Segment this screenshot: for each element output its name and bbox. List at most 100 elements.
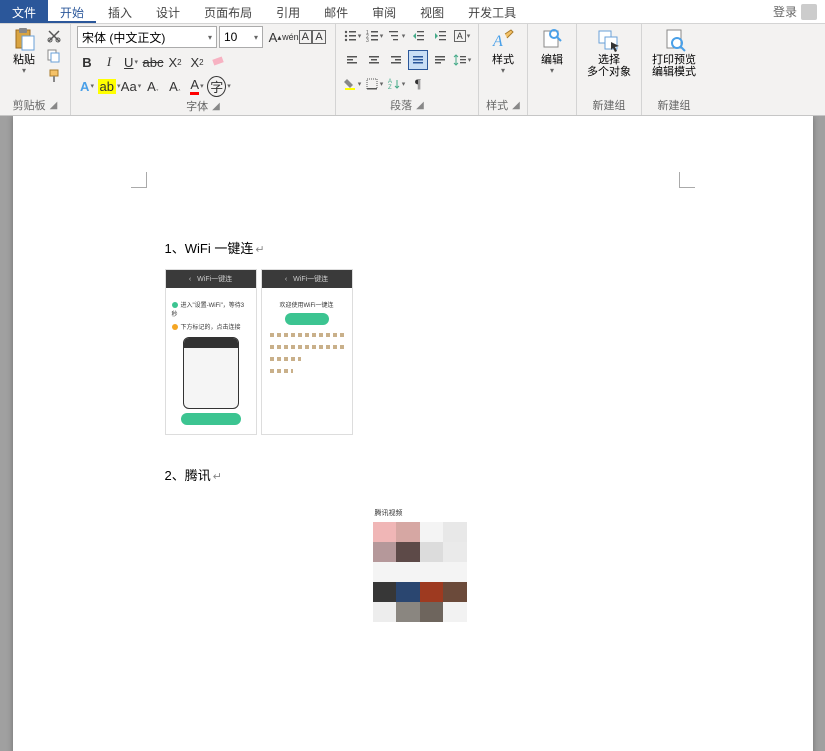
bullet-list-button[interactable] [342,26,362,46]
multilevel-list-button[interactable] [386,26,406,46]
format-painter-icon[interactable] [46,68,62,84]
shrink-font-button2[interactable]: A˯ [143,76,163,96]
editing-button[interactable]: 编辑 ▾ [534,26,570,77]
group-font: 宋体 (中文正文) ▾ 10 ▾ A▴ wénA A B I U abc [71,24,336,115]
embedded-image-2[interactable]: 腾讯视频 [373,504,467,622]
italic-button[interactable]: I [99,52,119,72]
increase-indent-button[interactable] [430,26,450,46]
tab-insert[interactable]: 插入 [96,0,144,23]
chevron-down-icon: ▾ [501,66,505,75]
tab-view[interactable]: 视图 [408,0,456,23]
paragraph-launcher-icon[interactable]: ◢ [416,100,424,111]
enclose-char-button[interactable]: 字 [209,76,229,96]
group-paragraph: 123 A AZ ¶ [336,24,479,115]
phone-mock-right: ‹WiFi一键连 欢迎使用WiFi一键连 [261,269,353,435]
font-size-value: 10 [224,30,237,44]
font-color-button[interactable]: A [187,76,207,96]
font-name-select[interactable]: 宋体 (中文正文) ▾ [77,26,217,48]
phonetic-guide-button[interactable]: wénA [287,27,307,47]
chevron-down-icon: ▾ [208,33,212,42]
grow-font-button2[interactable]: A˰ [165,76,185,96]
text-effects-button[interactable]: A [77,76,97,96]
font-launcher-icon[interactable]: ◢ [212,101,220,112]
line-spacing-button[interactable] [452,50,472,70]
login-link[interactable]: 登录 [765,0,825,23]
group-styles: A 样式 ▾ 样式 ◢ [479,24,528,115]
align-left-button[interactable] [342,50,362,70]
bold-button[interactable]: B [77,52,97,72]
underline-button[interactable]: U [121,52,141,72]
paste-label: 粘贴 [13,54,35,66]
phone-title-2: WiFi一键连 [293,274,328,284]
tab-review[interactable]: 审阅 [360,0,408,23]
tab-layout[interactable]: 页面布局 [192,0,264,23]
strikethrough-button[interactable]: abc [143,52,163,72]
styles-group-label: 样式 [486,97,508,113]
styles-button[interactable]: A 样式 ▾ [485,26,521,77]
select-multi-group-label: 新建组 [593,97,626,113]
font-size-select[interactable]: 10 ▾ [219,26,263,48]
borders-button[interactable] [364,74,384,94]
select-objects-icon [597,28,621,52]
margin-corner-icon [131,172,147,188]
doc-line-2[interactable]: 2、腾讯 [165,465,673,484]
align-center-button[interactable] [364,50,384,70]
styles-label: 样式 [492,54,514,66]
phone-mock-left: ‹WiFi一键连 进入"设置-WiFi"，等待3秒 下方标记的，点击连接 [165,269,257,435]
document-area[interactable]: 1、WiFi 一键连 ‹WiFi一键连 进入"设置-WiFi"，等待3秒 下方标… [0,116,825,751]
tab-dev[interactable]: 开发工具 [456,0,528,23]
clear-formatting-button[interactable] [209,52,229,72]
editing-group-label [532,99,572,115]
find-icon [540,28,564,52]
margin-corner-icon [679,172,695,188]
phone-text-2: 下方标记的，点击连接 [181,325,241,331]
print-preview-icon [662,28,686,52]
tab-home[interactable]: 开始 [48,0,96,23]
chevron-down-icon: ▾ [550,66,554,75]
login-label: 登录 [773,3,797,20]
print-preview-button[interactable]: 打印预览 编辑模式 [648,26,700,80]
superscript-button[interactable]: X2 [187,52,207,72]
align-right-button[interactable] [386,50,406,70]
group-select-multi: 选择 多个对象 新建组 [577,24,642,115]
tab-file[interactable]: 文件 [0,0,48,23]
group-print-preview: 打印预览 编辑模式 新建组 [642,24,706,115]
character-border-button[interactable]: A [309,27,329,47]
tab-references[interactable]: 引用 [264,0,312,23]
svg-text:A: A [492,33,503,50]
paste-icon [12,28,36,52]
img2-label: 腾讯视频 [373,504,467,522]
avatar-icon [801,4,817,20]
shading-button[interactable] [342,74,362,94]
tabs-spacer [528,0,765,23]
distribute-button[interactable] [430,50,450,70]
editing-label: 编辑 [541,54,563,66]
print-preview-label: 打印预览 编辑模式 [652,54,696,78]
sort-button[interactable]: AZ [386,74,406,94]
decrease-indent-button[interactable] [408,26,428,46]
doc-line-1[interactable]: 1、WiFi 一键连 [165,238,673,257]
page[interactable]: 1、WiFi 一键连 ‹WiFi一键连 进入"设置-WiFi"，等待3秒 下方标… [13,116,813,751]
cut-icon[interactable] [46,28,62,44]
phone-title-1: WiFi一键连 [197,274,232,284]
tab-mail[interactable]: 邮件 [312,0,360,23]
tab-design[interactable]: 设计 [144,0,192,23]
styles-launcher-icon[interactable]: ◢ [512,100,520,111]
paragraph-group-label: 段落 [390,97,412,113]
asian-layout-button[interactable]: A [452,26,472,46]
show-marks-button[interactable]: ¶ [408,74,428,94]
paste-button[interactable]: 粘贴 ▾ [6,26,42,77]
select-multi-label: 选择 多个对象 [587,54,631,78]
embedded-image-1[interactable]: ‹WiFi一键连 进入"设置-WiFi"，等待3秒 下方标记的，点击连接 ‹Wi… [165,269,673,435]
copy-icon[interactable] [46,48,62,64]
highlight-button[interactable]: ab [99,76,119,96]
clipboard-group-label: 剪贴板 [13,97,46,113]
select-multi-button[interactable]: 选择 多个对象 [583,26,635,80]
number-list-button[interactable]: 123 [364,26,384,46]
align-justify-button[interactable] [408,50,428,70]
change-case-button[interactable]: Aa [121,76,141,96]
clipboard-launcher-icon[interactable]: ◢ [50,100,58,111]
subscript-button[interactable]: X2 [165,52,185,72]
group-editing: 编辑 ▾ [528,24,577,115]
font-name-value: 宋体 (中文正文) [82,29,165,46]
